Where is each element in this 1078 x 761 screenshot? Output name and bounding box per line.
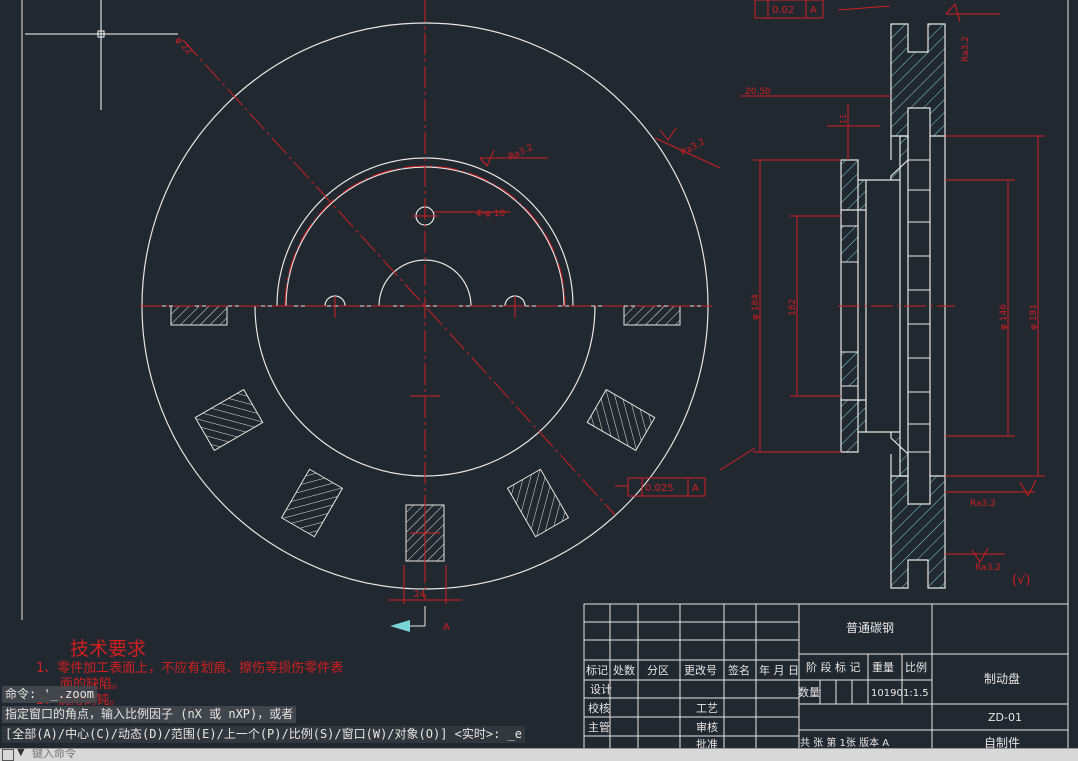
front-view[interactable]: φ 22 Ra3.2 Ra3.2 4-φ 10 24 A 0.025 A (140, 0, 721, 633)
tb-weight-val: 10190 (871, 688, 903, 699)
tb-drawing-no: ZD-01 (988, 711, 1022, 724)
tb-weight-label: 重量 (872, 660, 894, 674)
tb-r-process: 工艺 (696, 702, 718, 715)
command-input[interactable] (32, 746, 432, 760)
crosshair-cursor-icon (25, 0, 178, 110)
drawing-frame (21, 0, 1069, 740)
bottom-dim-label: 24 (414, 590, 426, 600)
dim-phi-a: φ 184 (751, 294, 761, 320)
tb-h-docno: 更改号 (684, 663, 717, 677)
tb-h-sign: 签名 (728, 663, 750, 677)
runout-tolerance: 0.025 (645, 483, 674, 494)
tech-line1: 1、零件加工表面上，不应有划痕、擦伤等损伤零件表 (36, 660, 343, 676)
tb-h-date: 年 月 日 (759, 663, 799, 677)
ra-topright-label: Ra3.2 (961, 36, 971, 62)
tb-r-review: 审核 (696, 720, 718, 734)
ra-r1-label: Ra3.2 (970, 499, 996, 509)
tb-r-design: 设计 (590, 683, 612, 696)
dim-small: 11 (839, 114, 848, 124)
dim-phi-c: φ 146 (999, 304, 1009, 330)
tb-qty-label: 数量 (798, 686, 820, 699)
check-mark: (√) (1012, 573, 1030, 588)
command-history-line-1: 命令: '_.zoom (2, 686, 98, 703)
runout-ref: A (692, 483, 699, 494)
dim-2050: 20.50 (745, 87, 771, 97)
tb-h-count: 处数 (613, 664, 635, 677)
tb-part-name: 制动盘 (984, 671, 1020, 686)
tb-r-chief: 主管 (588, 720, 610, 734)
side-view[interactable]: 0.02 A Ra3.2 20.50 11 φ 184 182 φ 146 φ … (719, 0, 1045, 589)
dim-phi-b: 182 (788, 299, 798, 316)
tb-stage-mark: 阶 段 标 记 (806, 660, 861, 674)
command-history-line-2: 指定窗口的角点，输入比例因子 (nX 或 nXP)，或者 (2, 706, 297, 723)
command-options-line[interactable]: [全部(A)/中心(C)/动态(D)/范围(E)/上一个(P)/比例(S)/窗口… (2, 726, 525, 743)
tb-r-check: 校核 (588, 701, 610, 715)
tb-h-zone: 分区 (647, 664, 669, 677)
tb-material: 普通碳钢 (846, 621, 894, 635)
tb-scale-label: 比例 (905, 660, 927, 674)
command-input-bar[interactable]: ▼ (0, 746, 1078, 761)
tb-scale-val: 1:1.5 (903, 688, 929, 699)
command-window-icon[interactable] (2, 749, 14, 761)
view-a-label: A (443, 622, 450, 633)
flatness-ref: A (810, 5, 817, 16)
chevron-down-icon[interactable]: ▼ (17, 747, 25, 758)
tech-title: 技术要求 (70, 638, 146, 660)
ra-left-label: Ra3.2 (507, 143, 535, 163)
phi-top-label: φ 22 (173, 35, 194, 57)
tb-h-mark: 标记 (586, 663, 608, 677)
cad-drawing[interactable]: φ 22 Ra3.2 Ra3.2 4-φ 10 24 A 0.025 A 0.0… (0, 0, 1078, 760)
flatness-tolerance: 0.02 (772, 5, 794, 16)
ra-r2-label: Ra3.2 (975, 563, 1001, 573)
drawing-canvas[interactable]: φ 22 Ra3.2 Ra3.2 4-φ 10 24 A 0.025 A 0.0… (0, 0, 1078, 760)
hole-spec-label: 4-φ 10 (476, 209, 505, 219)
dim-phi-d: φ 191 (1029, 304, 1039, 330)
